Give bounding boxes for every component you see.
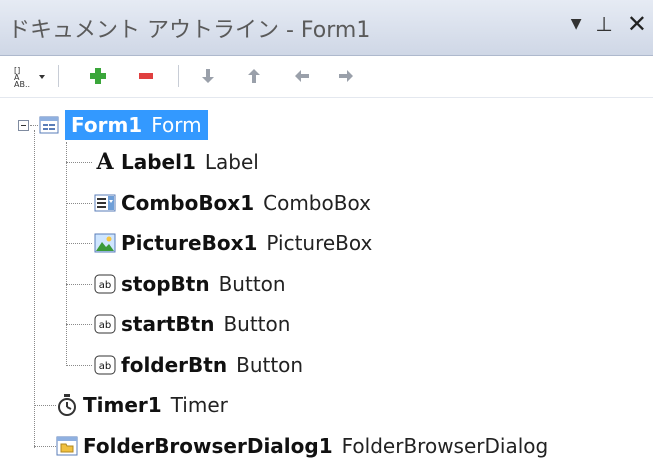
tree-node-combobox1[interactable]: ComboBox1 ComboBox xyxy=(94,186,371,220)
tree-node-form1[interactable]: Form1 Form xyxy=(38,108,208,142)
node-type: FolderBrowserDialog xyxy=(341,434,549,458)
svg-text:ab: ab xyxy=(99,280,111,291)
node-name: PictureBox1 xyxy=(121,231,258,255)
toolbar-separator xyxy=(178,65,179,87)
combobox-icon xyxy=(94,192,116,214)
title-bar[interactable]: ドキュメント アウトライン - Form1 ▼ ⊥ ✕ xyxy=(0,0,653,56)
move-up-button[interactable] xyxy=(242,64,266,88)
arrow-down-icon xyxy=(202,69,214,83)
title-controls: ▼ ⊥ ✕ xyxy=(571,12,647,36)
tree-node-timer1[interactable]: Timer1 Timer xyxy=(56,388,228,422)
tree-connector xyxy=(66,162,92,163)
node-name: FolderBrowserDialog1 xyxy=(83,434,333,458)
tree-connector xyxy=(66,365,92,366)
node-type: Label xyxy=(204,150,259,174)
node-name: Label1 xyxy=(121,150,196,174)
tree-connector xyxy=(34,446,56,447)
tree-node-picturebox1[interactable]: PictureBox1 PictureBox xyxy=(94,226,372,260)
node-type: PictureBox xyxy=(266,231,373,255)
close-icon[interactable]: ✕ xyxy=(627,12,647,36)
tree-connector xyxy=(30,125,38,126)
node-type: Button xyxy=(218,272,286,296)
node-name: startBtn xyxy=(121,312,215,336)
window-title: ドキュメント アウトライン - Form1 xyxy=(8,18,371,43)
picturebox-icon xyxy=(94,232,116,254)
node-name: Form1 xyxy=(71,113,143,137)
node-type: Button xyxy=(223,312,291,336)
button-icon: ab xyxy=(94,273,116,295)
tree-connector xyxy=(34,130,35,448)
document-outline-panel: ドキュメント アウトライン - Form1 ▼ ⊥ ✕ [] A AB.. Fo… xyxy=(0,0,653,461)
form-icon xyxy=(38,114,60,136)
tree-connector xyxy=(66,243,92,244)
folder-browser-icon xyxy=(56,435,78,457)
tree-connector xyxy=(34,405,56,406)
toolbar-separator xyxy=(58,65,59,87)
tree-connector xyxy=(66,142,67,366)
text-view-icon: [] A AB.. xyxy=(14,66,45,88)
tree-connector xyxy=(66,324,92,325)
arrow-right-icon xyxy=(339,70,353,82)
dropdown-arrow-icon[interactable]: ▼ xyxy=(571,12,582,36)
plus-icon xyxy=(90,68,106,84)
label-icon: A xyxy=(96,149,114,175)
button-icon: ab xyxy=(94,354,116,376)
node-name: stopBtn xyxy=(121,272,210,296)
node-name: Timer1 xyxy=(83,393,162,417)
svg-text:ab: ab xyxy=(99,320,111,331)
move-down-button[interactable] xyxy=(196,64,220,88)
toolbar: [] A AB.. xyxy=(0,56,653,98)
node-type: ComboBox xyxy=(263,191,371,215)
timer-icon xyxy=(56,394,78,416)
remove-button[interactable] xyxy=(134,64,158,88)
arrow-up-icon xyxy=(248,69,260,83)
tree-node-folderbtn[interactable]: ab folderBtn Button xyxy=(94,348,303,382)
tree-node-folderbrowserdialog1[interactable]: FolderBrowserDialog1 FolderBrowserDialog xyxy=(56,429,548,461)
tree-connector xyxy=(66,284,92,285)
node-type: Timer xyxy=(170,393,228,417)
selection-highlight: Form1 Form xyxy=(65,110,208,140)
tree-node-stopbtn[interactable]: ab stopBtn Button xyxy=(94,267,286,301)
add-button[interactable] xyxy=(86,64,110,88)
pin-icon[interactable]: ⊥ xyxy=(595,12,612,36)
svg-text:AB..: AB.. xyxy=(14,80,30,88)
arrow-left-icon xyxy=(295,70,309,82)
node-name: folderBtn xyxy=(121,353,228,377)
node-type: Button xyxy=(236,353,304,377)
move-left-button[interactable] xyxy=(290,64,314,88)
node-name: ComboBox1 xyxy=(121,191,255,215)
collapse-toggle[interactable] xyxy=(18,120,29,131)
tree-connector xyxy=(66,203,92,204)
tree-node-startbtn[interactable]: ab startBtn Button xyxy=(94,307,290,341)
node-type: Form xyxy=(151,113,202,137)
minus-icon xyxy=(139,73,153,79)
move-right-button[interactable] xyxy=(334,64,358,88)
svg-text:ab: ab xyxy=(99,361,111,372)
view-selector-button[interactable]: [] A AB.. xyxy=(12,64,48,88)
button-icon: ab xyxy=(94,313,116,335)
tree-node-label1[interactable]: A Label1 Label xyxy=(94,145,259,179)
